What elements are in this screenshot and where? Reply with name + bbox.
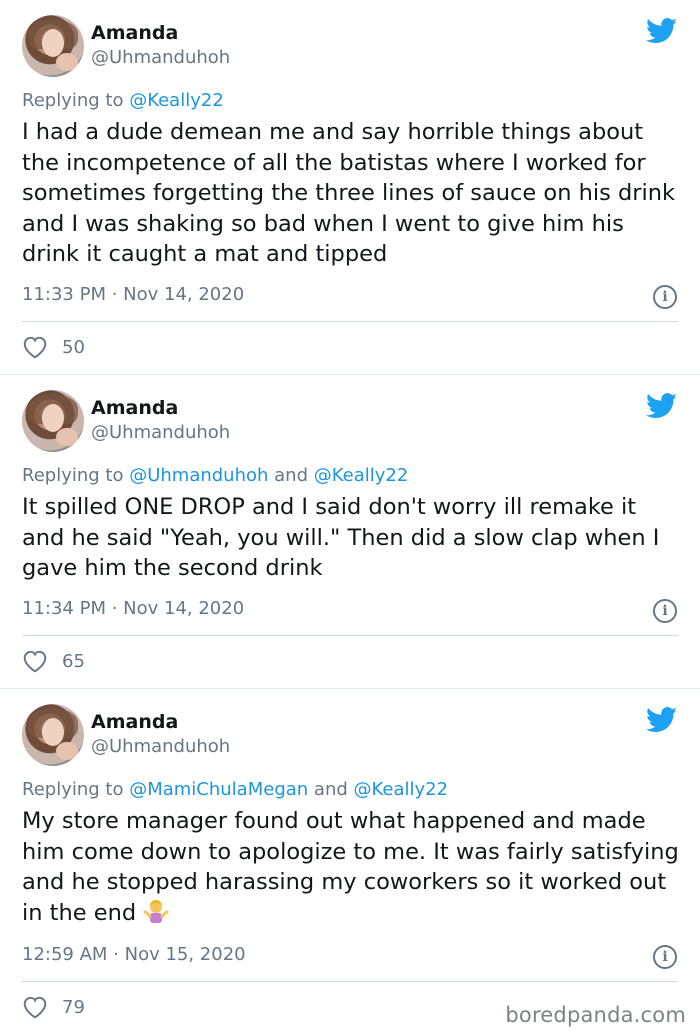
author-name[interactable]: Amanda	[91, 711, 178, 733]
tweet-timestamp[interactable]: 11:33 PM · Nov 14, 2020	[22, 284, 244, 305]
like-count: 50	[62, 336, 85, 358]
twitter-bird-icon[interactable]	[646, 393, 678, 419]
like-button[interactable]: 79	[22, 995, 85, 1019]
heart-icon	[23, 650, 47, 673]
tweet-text-body: My store manager found out what happened…	[22, 808, 679, 926]
watermark: boredpanda.com	[505, 1003, 686, 1027]
reply-prefix: Replying to	[22, 90, 130, 111]
divider	[22, 321, 678, 322]
woman-shrugging-emoji	[143, 899, 169, 923]
info-icon[interactable]: i	[653, 285, 677, 309]
reply-joiner: and	[308, 779, 354, 800]
author-handle[interactable]: @Uhmanduhoh	[91, 47, 230, 68]
avatar[interactable]	[22, 15, 84, 77]
author-handle[interactable]: @Uhmanduhoh	[91, 422, 230, 443]
tweet-card: Amanda @Uhmanduhoh Replying to @MamiChul…	[0, 689, 700, 1035]
mention-link[interactable]: @Keally22	[129, 90, 224, 111]
twitter-bird-icon[interactable]	[646, 707, 678, 733]
reply-prefix: Replying to	[22, 465, 130, 486]
info-icon[interactable]: i	[653, 945, 677, 969]
tweet-timestamp[interactable]: 11:34 PM · Nov 14, 2020	[22, 598, 244, 619]
tweet-timestamp[interactable]: 12:59 AM · Nov 15, 2020	[22, 944, 246, 965]
mention-link[interactable]: @MamiChulaMegan	[129, 779, 308, 800]
tweet-card: Amanda @Uhmanduhoh Replying to @Keally22…	[0, 0, 700, 375]
like-count: 65	[62, 650, 85, 672]
heart-icon	[23, 996, 47, 1019]
divider	[22, 635, 678, 636]
reply-prefix: Replying to	[22, 779, 130, 800]
reply-joiner: and	[268, 465, 314, 486]
author-name[interactable]: Amanda	[91, 397, 178, 419]
avatar[interactable]	[22, 390, 84, 452]
tweet-card: Amanda @Uhmanduhoh Replying to @Uhmanduh…	[0, 375, 700, 689]
heart-icon	[23, 336, 47, 359]
reply-context: Replying to @Uhmanduhoh and @Keally22	[22, 465, 408, 486]
avatar[interactable]	[22, 704, 84, 766]
divider	[22, 981, 678, 982]
mention-link[interactable]: @Uhmanduhoh	[129, 465, 268, 486]
mention-link[interactable]: @Keally22	[314, 465, 409, 486]
reply-context: Replying to @Keally22	[22, 90, 224, 111]
author-handle[interactable]: @Uhmanduhoh	[91, 736, 230, 757]
info-icon[interactable]: i	[653, 599, 677, 623]
author-name[interactable]: Amanda	[91, 22, 178, 44]
reply-context: Replying to @MamiChulaMegan and @Keally2…	[22, 779, 448, 800]
like-button[interactable]: 65	[22, 649, 85, 673]
twitter-bird-icon[interactable]	[646, 18, 678, 44]
like-button[interactable]: 50	[22, 335, 85, 359]
tweet-text: I had a dude demean me and say horrible …	[22, 119, 676, 267]
tweet-text: It spilled ONE DROP and I said don't wor…	[22, 494, 660, 581]
tweet-text: My store manager found out what happened…	[22, 806, 682, 928]
mention-link[interactable]: @Keally22	[354, 779, 449, 800]
like-count: 79	[62, 996, 85, 1018]
